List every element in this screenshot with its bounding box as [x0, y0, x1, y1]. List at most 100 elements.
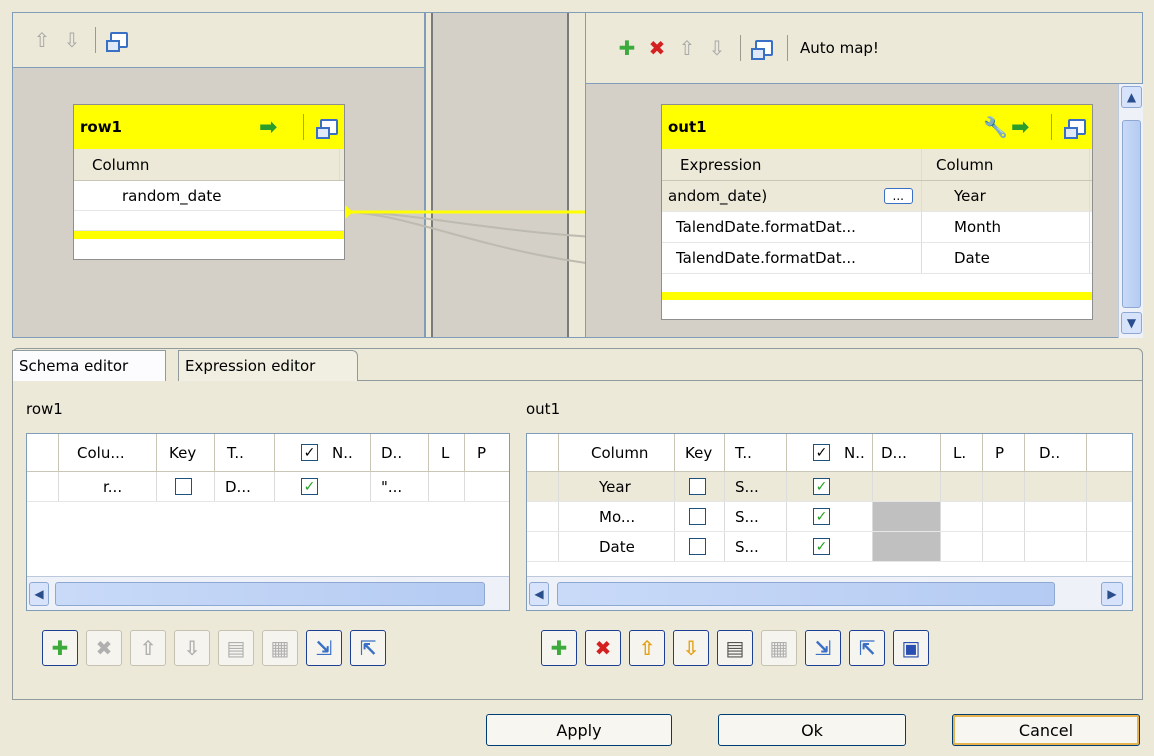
scroll-thumb[interactable] — [55, 581, 485, 606]
add-column-button[interactable]: ✚ — [541, 630, 577, 666]
expression-cell[interactable]: TalendDate.formatDat... — [662, 212, 922, 242]
import-schema-button[interactable]: ⇲ — [306, 630, 342, 666]
tab-schema-editor[interactable]: Schema editor — [12, 350, 166, 381]
wrench-icon[interactable]: 🔧 — [983, 115, 1011, 139]
minimize-window-icon[interactable] — [749, 33, 779, 63]
minimize-table-icon[interactable] — [1062, 119, 1092, 139]
table-row[interactable]: Mo... S... ✓ — [527, 502, 1132, 532]
cell-key[interactable] — [675, 502, 725, 531]
expression-builder-button[interactable]: ... — [883, 188, 913, 204]
nullable-header-checkbox[interactable]: ✓ — [813, 444, 830, 461]
nullable-checkbox[interactable]: ✓ — [813, 478, 830, 495]
key-checkbox[interactable] — [175, 478, 192, 495]
cell-column[interactable]: r... — [59, 472, 157, 501]
cell-key[interactable] — [675, 532, 725, 561]
add-output-arrow-icon[interactable]: ➡ — [1011, 115, 1041, 140]
header-nullable[interactable]: ✓ N.. — [275, 434, 371, 471]
move-down-button[interactable]: ⇩ — [673, 630, 709, 666]
header-default[interactable]: D.. — [371, 434, 429, 471]
cell-date-pattern[interactable] — [1025, 502, 1087, 531]
header-type[interactable]: T.. — [725, 434, 787, 471]
nullable-checkbox[interactable]: ✓ — [813, 538, 830, 555]
cell-type[interactable]: D... — [215, 472, 275, 501]
export-schema-button[interactable]: ⇱ — [849, 630, 885, 666]
scroll-left-button[interactable]: ◀ — [529, 581, 549, 606]
remove-column-button[interactable]: ✖ — [86, 630, 122, 666]
cell-column[interactable]: Date — [559, 532, 675, 561]
key-checkbox[interactable] — [689, 508, 706, 525]
table-row[interactable]: Year S... ✓ — [527, 472, 1132, 502]
header-type[interactable]: T.. — [215, 434, 275, 471]
import-schema-button[interactable]: ⇲ — [805, 630, 841, 666]
tab-expression-editor[interactable]: Expression editor — [178, 350, 358, 381]
header-key[interactable]: Key — [157, 434, 215, 471]
header-column[interactable]: Column — [559, 434, 675, 471]
cell-precision[interactable] — [983, 472, 1025, 501]
remove-icon[interactable]: ✖ — [642, 33, 672, 63]
header-length[interactable]: L — [429, 434, 465, 471]
remove-column-button[interactable]: ✖ — [585, 630, 621, 666]
cell-default[interactable]: "... — [371, 472, 429, 501]
scroll-thumb[interactable] — [1122, 120, 1141, 308]
paste-button[interactable]: ▦ — [761, 630, 797, 666]
cell-precision[interactable] — [465, 472, 509, 501]
scroll-down-button[interactable]: ▼ — [1121, 312, 1142, 334]
table-row[interactable]: Date S... ✓ — [527, 532, 1132, 562]
cell-key[interactable] — [675, 472, 725, 501]
header-key[interactable]: Key — [675, 434, 725, 471]
header-precision[interactable]: P — [465, 434, 509, 471]
output-row[interactable]: TalendDate.formatDat... Date — [662, 243, 1092, 274]
scroll-right-button[interactable]: ▶ — [1101, 581, 1123, 606]
cell-date-pattern[interactable] — [1025, 532, 1087, 561]
row-selector[interactable] — [527, 472, 559, 501]
cell-nullable[interactable]: ✓ — [787, 472, 873, 501]
export-schema-button[interactable]: ⇱ — [350, 630, 386, 666]
scroll-thumb[interactable] — [557, 581, 1055, 606]
cell-key[interactable] — [157, 472, 215, 501]
ok-button[interactable]: Ok — [718, 714, 906, 746]
cell-length[interactable] — [941, 502, 983, 531]
move-up-button[interactable]: ⇧ — [629, 630, 665, 666]
row-selector[interactable] — [27, 472, 59, 501]
right-horizontal-scrollbar[interactable]: ◀ ▶ — [527, 576, 1132, 610]
auto-map-button[interactable]: Auto map! — [796, 39, 879, 57]
copy-button[interactable]: ▤ — [218, 630, 254, 666]
cell-nullable[interactable]: ✓ — [787, 532, 873, 561]
copy-button[interactable]: ▤ — [717, 630, 753, 666]
expression-cell[interactable]: andom_date) ... — [662, 181, 922, 211]
key-checkbox[interactable] — [689, 478, 706, 495]
header-date-pattern[interactable]: D.. — [1025, 434, 1087, 471]
scroll-up-button[interactable]: ▲ — [1121, 86, 1142, 108]
cell-type[interactable]: S... — [725, 472, 787, 501]
cell-length[interactable] — [429, 472, 465, 501]
header-length[interactable]: L. — [941, 434, 983, 471]
header-nullable[interactable]: ✓ N.. — [787, 434, 873, 471]
save-schema-button[interactable]: ▣ — [893, 630, 929, 666]
move-down-icon[interactable]: ⇩ — [702, 33, 732, 63]
move-up-icon[interactable]: ⇧ — [672, 33, 702, 63]
move-up-button[interactable]: ⇧ — [130, 630, 166, 666]
cell-default[interactable] — [873, 472, 941, 501]
add-icon[interactable]: ✚ — [612, 33, 642, 63]
table-row[interactable]: r... D... ✓ "... — [27, 472, 509, 502]
key-checkbox[interactable] — [689, 538, 706, 555]
row-selector[interactable] — [527, 532, 559, 561]
cell-type[interactable]: S... — [725, 502, 787, 531]
cell-precision[interactable] — [983, 502, 1025, 531]
cell-column[interactable]: Year — [559, 472, 675, 501]
cell-length[interactable] — [941, 472, 983, 501]
cell-precision[interactable] — [983, 532, 1025, 561]
add-column-button[interactable]: ✚ — [42, 630, 78, 666]
cell-type[interactable]: S... — [725, 532, 787, 561]
cell-nullable[interactable]: ✓ — [787, 502, 873, 531]
apply-button[interactable]: Apply — [486, 714, 672, 746]
cell-length[interactable] — [941, 532, 983, 561]
output-row[interactable]: andom_date) ... Year — [662, 181, 1092, 212]
nullable-checkbox[interactable]: ✓ — [301, 478, 318, 495]
paste-button[interactable]: ▦ — [262, 630, 298, 666]
output-row[interactable]: TalendDate.formatDat... Month — [662, 212, 1092, 243]
header-column[interactable]: Colu... — [59, 434, 157, 471]
header-precision[interactable]: P — [983, 434, 1025, 471]
row-selector[interactable] — [527, 502, 559, 531]
left-horizontal-scrollbar[interactable]: ◀ — [27, 576, 509, 610]
